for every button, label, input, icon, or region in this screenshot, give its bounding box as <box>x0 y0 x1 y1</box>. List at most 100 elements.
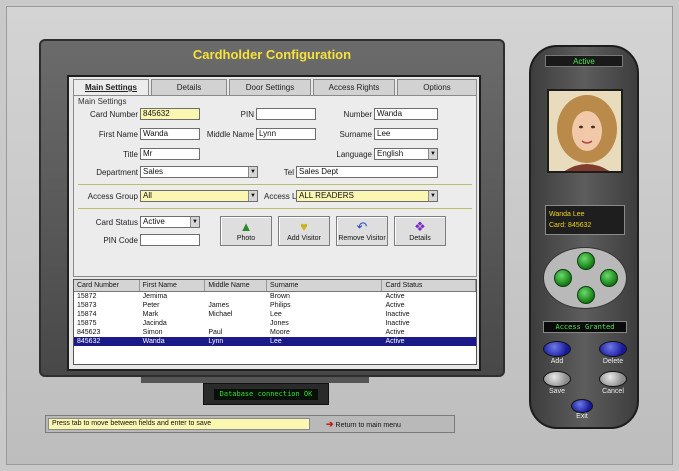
language-label: Language <box>336 150 372 159</box>
table-cell: Wanda <box>142 338 165 345</box>
group-label: Main Settings <box>78 97 127 106</box>
dpad-down-button[interactable] <box>577 286 595 304</box>
first-name-label: First Name <box>98 130 138 139</box>
divider <box>78 184 472 185</box>
card-status-select[interactable]: Active ▼ <box>140 216 200 228</box>
table-row[interactable]: 15875 Jacinda Jones Inactive <box>74 319 476 328</box>
device-exit-button[interactable] <box>571 399 593 413</box>
device-status: Active <box>545 55 623 67</box>
access-group-select[interactable]: All ▼ <box>140 190 258 202</box>
device-delete-button[interactable] <box>599 341 627 357</box>
add-visitor-label: Add Visitor <box>287 235 321 242</box>
table-header: Card Number First Name Middle Name Surna… <box>74 280 476 292</box>
dpad-right-button[interactable] <box>600 269 618 287</box>
table-cell: 15875 <box>77 320 97 327</box>
table-cell: Active <box>385 302 405 309</box>
add-visitor-button[interactable]: ♥ Add Visitor <box>278 216 330 246</box>
details-button[interactable]: ❖ Details <box>394 216 446 246</box>
pin-field[interactable] <box>256 108 316 120</box>
stand-display: Database connection OK <box>214 389 318 400</box>
table-cell: 15872 <box>77 293 97 300</box>
device-cancel-label: Cancel <box>602 388 624 395</box>
portrait-image <box>549 91 621 171</box>
device-exit-label: Exit <box>576 413 588 420</box>
table-row[interactable]: 15873 Peter James Philips Active <box>74 301 476 310</box>
pin-code-field[interactable] <box>140 234 200 246</box>
info-icon: ❖ <box>414 219 426 234</box>
dpad-up-button[interactable] <box>577 252 595 270</box>
column-header[interactable]: First Name <box>140 280 206 291</box>
column-header[interactable]: Card Status <box>382 280 476 291</box>
middle-name-field[interactable]: Lynn <box>256 128 316 140</box>
app-frame: Cardholder Configuration Main Settings D… <box>6 6 673 465</box>
table-cell: Jones <box>270 320 289 327</box>
table-cell: Lee <box>270 338 282 345</box>
remove-visitor-label: Remove Visitor <box>338 235 386 242</box>
tab-door-settings[interactable]: Door Settings <box>229 79 311 95</box>
device-delete-label: Delete <box>602 358 624 365</box>
chevron-down-icon[interactable]: ▼ <box>428 149 437 159</box>
table-cell: Lee <box>270 311 282 318</box>
phone-field[interactable]: Sales Dept <box>296 166 438 178</box>
table-cell: Inactive <box>385 311 410 318</box>
status-bar: Press tab to move between fields and ent… <box>45 415 455 433</box>
first-name-field[interactable]: Wanda <box>140 128 200 140</box>
table-cell: James <box>208 302 229 309</box>
table-cell: 845623 <box>77 329 101 336</box>
column-header[interactable]: Surname <box>267 280 383 291</box>
dpad-left-button[interactable] <box>554 269 572 287</box>
chevron-down-icon[interactable]: ▼ <box>248 167 257 177</box>
table-cell: Philips <box>270 302 291 309</box>
table-cell: Lynn <box>208 338 224 345</box>
table-cell: Brown <box>270 293 290 300</box>
card-status-value: Active <box>143 217 165 226</box>
device-add-button[interactable] <box>543 341 571 357</box>
table-cell: Active <box>385 293 405 300</box>
title-field[interactable]: Mr <box>140 148 200 160</box>
return-link[interactable]: ➔ Return to main menu <box>326 418 401 430</box>
chevron-down-icon[interactable]: ▼ <box>248 191 257 201</box>
column-header[interactable]: Card Number <box>74 280 140 291</box>
language-select[interactable]: English ▼ <box>374 148 438 160</box>
tab-main-settings[interactable]: Main Settings <box>73 79 149 96</box>
remove-visitor-button[interactable]: ↶ Remove Visitor <box>336 216 388 246</box>
cardholder-photo[interactable] <box>547 89 623 173</box>
access-level-label: Access Level <box>264 192 312 201</box>
monitor-frame: Cardholder Configuration Main Settings D… <box>39 39 505 377</box>
table-cell: Moore <box>270 329 290 336</box>
table-cell: 15873 <box>77 302 97 309</box>
column-header[interactable]: Middle Name <box>205 280 268 291</box>
bulb-icon: ♥ <box>300 219 308 234</box>
tab-access-rights[interactable]: Access Rights <box>313 79 395 95</box>
chevron-down-icon[interactable]: ▼ <box>190 217 199 227</box>
device-info-card: Card: 845632 <box>549 222 592 229</box>
device-save-button[interactable] <box>543 371 571 387</box>
tab-options[interactable]: Options <box>397 79 477 95</box>
device-cancel-button[interactable] <box>599 371 627 387</box>
device-info-name: Wanda Lee <box>549 211 585 218</box>
device-info: Wanda Lee Card: 845632 <box>545 205 625 235</box>
title-label: Title <box>123 150 138 159</box>
chevron-down-icon[interactable]: ▼ <box>428 191 437 201</box>
access-level-select[interactable]: ALL READERS ▼ <box>296 190 438 202</box>
undo-icon: ↶ <box>356 219 368 234</box>
card-number-field[interactable]: 845632 <box>140 108 200 120</box>
photo-button-label: Photo <box>236 235 256 242</box>
return-link-label: Return to main menu <box>335 422 401 429</box>
table-cell: Michael <box>208 311 233 318</box>
tab-details[interactable]: Details <box>151 79 227 95</box>
device-save-label: Save <box>549 388 565 395</box>
department-select[interactable]: Sales ▼ <box>140 166 258 178</box>
cardholder-table: Card Number First Name Middle Name Surna… <box>73 279 477 365</box>
language-value: English <box>377 149 404 158</box>
card-reader-device: Active Wanda Lee Card: 845632 Access Gra… <box>529 45 639 429</box>
photo-button[interactable]: ▲ Photo <box>220 216 272 246</box>
table-row-selected[interactable]: 845632 Wanda Lynn Lee Active <box>74 337 476 346</box>
table-row[interactable]: 845623 Simon Paul Moore Active <box>74 328 476 337</box>
table-row[interactable]: 15872 Jemima Brown Active <box>74 292 476 301</box>
card-status-label: Card Status <box>95 218 138 227</box>
surname-field[interactable]: Lee <box>374 128 438 140</box>
table-row[interactable]: 15874 Mark Michael Lee Inactive <box>74 310 476 319</box>
number-field[interactable]: Wanda <box>374 108 438 120</box>
table-cell: Jacinda <box>142 320 167 327</box>
